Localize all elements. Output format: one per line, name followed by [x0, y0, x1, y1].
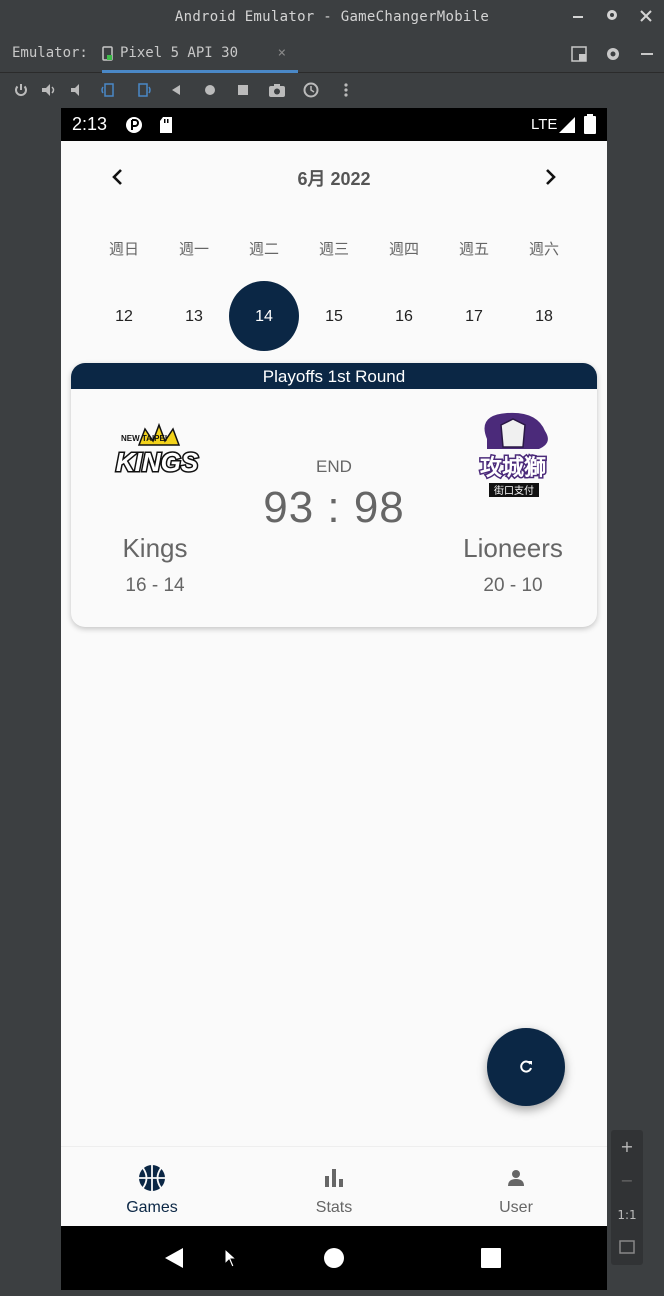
- device-frame: 2:13 LTE 6月 2022 週日 週一 週二 週三 週四 週五 週六 12…: [61, 108, 607, 1290]
- status-time: 2:13: [72, 114, 108, 134]
- battery-icon: [584, 114, 596, 134]
- weekday-fri: 週五: [458, 240, 489, 258]
- chevron-right-icon[interactable]: [540, 167, 560, 187]
- snapshot-icon[interactable]: [300, 79, 322, 101]
- gear-icon[interactable]: [600, 6, 624, 30]
- zoom-controls: + − 1:1: [611, 1130, 643, 1265]
- person-icon: [501, 1163, 531, 1193]
- rotate-left-icon[interactable]: [98, 79, 120, 101]
- volume-up-icon[interactable]: [38, 79, 60, 101]
- nav-stats[interactable]: Stats: [243, 1147, 425, 1226]
- system-back-icon[interactable]: [163, 1246, 185, 1270]
- emulator-settings-icon[interactable]: [604, 45, 622, 67]
- phone-icon: [102, 46, 113, 61]
- system-home-icon[interactable]: [323, 1247, 345, 1269]
- day-cell[interactable]: 12: [89, 282, 159, 352]
- hide-panel-icon[interactable]: [638, 45, 656, 67]
- overview-icon[interactable]: [232, 79, 254, 101]
- back-icon[interactable]: [165, 79, 187, 101]
- zoom-out-button[interactable]: −: [611, 1164, 643, 1198]
- kings-logo-sub: NEW TAIPEI: [121, 434, 167, 443]
- weekday-sun: 週日: [108, 240, 139, 258]
- network-type: LTE: [531, 116, 558, 133]
- zoom-one-to-one-button[interactable]: 1:1: [611, 1198, 643, 1232]
- tab-close-icon[interactable]: ×: [278, 45, 286, 61]
- bottom-navigation: Games Stats User: [61, 1146, 607, 1226]
- away-team-name: Lioneers: [463, 533, 563, 563]
- volume-down-icon[interactable]: [66, 79, 88, 101]
- minimize-icon[interactable]: [566, 6, 590, 30]
- day-cell[interactable]: 18: [509, 282, 579, 352]
- signal-icon: [559, 117, 575, 133]
- game-status: END: [316, 457, 352, 476]
- day-cell-selected[interactable]: 14: [229, 282, 299, 352]
- notification-app-icon: [126, 117, 142, 133]
- mouse-cursor-icon: [224, 1248, 238, 1268]
- nav-stats-label: Stats: [315, 1199, 353, 1216]
- refresh-icon: [520, 1060, 532, 1073]
- system-navigation-bar: [61, 1226, 607, 1290]
- nav-user-label: User: [499, 1199, 533, 1216]
- day-cell[interactable]: 13: [159, 282, 229, 352]
- window-layout-icon[interactable]: [570, 45, 588, 67]
- screenshot-icon[interactable]: [266, 79, 288, 101]
- close-icon[interactable]: [634, 6, 658, 30]
- tab-pixel5-label: Pixel 5 API 30: [120, 45, 239, 61]
- game-round-label: Playoffs 1st Round: [71, 363, 597, 389]
- power-icon[interactable]: [10, 79, 32, 101]
- zoom-fit-button[interactable]: [611, 1232, 643, 1266]
- tab-pixel5[interactable]: Pixel 5 API 30 ×: [102, 36, 298, 73]
- nav-games[interactable]: Games: [61, 1147, 243, 1226]
- app-screen: 6月 2022 週日 週一 週二 週三 週四 週五 週六 12 13 14 15…: [61, 141, 607, 1226]
- month-label: 6月 2022: [297, 169, 371, 189]
- nav-user[interactable]: User: [425, 1147, 607, 1226]
- game-card[interactable]: Playoffs 1st Round NEW TAIPEI KINGS 攻城獅 …: [71, 363, 597, 627]
- home-icon[interactable]: [199, 79, 221, 101]
- sd-card-icon: [160, 117, 172, 133]
- away-team-record: 20 - 10: [483, 575, 543, 596]
- emulator-tabbar: Emulator: Pixel 5 API 30 ×: [0, 36, 664, 73]
- day-cell[interactable]: 15: [299, 282, 369, 352]
- bar-chart-icon: [319, 1163, 349, 1193]
- weekday-sat: 週六: [528, 240, 559, 258]
- month-header: 6月 2022: [61, 161, 607, 193]
- basketball-icon: [137, 1163, 167, 1193]
- nav-games-label: Games: [126, 1199, 178, 1216]
- more-options-icon[interactable]: [335, 79, 357, 101]
- window-title: Android Emulator - GameChangerMobile: [174, 9, 490, 25]
- status-bar: 2:13 LTE: [61, 108, 607, 141]
- refresh-button[interactable]: [487, 1028, 565, 1106]
- day-cell[interactable]: 17: [439, 282, 509, 352]
- emulator-toolbar: [0, 73, 664, 107]
- game-score: 93 : 98: [263, 483, 405, 532]
- system-overview-icon[interactable]: [481, 1248, 501, 1268]
- window-titlebar: Android Emulator - GameChangerMobile: [0, 0, 664, 36]
- weekday-thu: 週四: [388, 240, 419, 258]
- weekday-tue: 週二: [248, 240, 279, 258]
- weekday-wed: 週三: [318, 240, 349, 258]
- zoom-in-button[interactable]: +: [611, 1130, 643, 1164]
- weekday-mon: 週一: [178, 240, 209, 258]
- home-team-name: Kings: [122, 533, 188, 563]
- fit-screen-icon: [619, 1240, 635, 1254]
- emulator-label: Emulator:: [12, 45, 88, 61]
- day-cell[interactable]: 16: [369, 282, 439, 352]
- home-team-record: 16 - 14: [125, 575, 185, 596]
- rotate-right-icon[interactable]: [132, 79, 154, 101]
